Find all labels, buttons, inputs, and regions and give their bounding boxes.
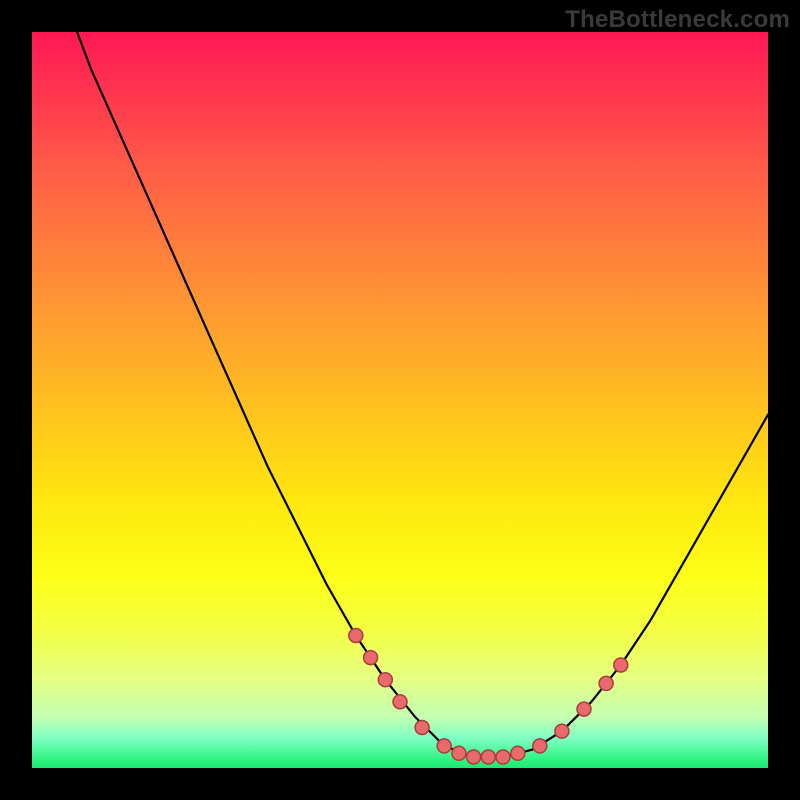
data-dot xyxy=(393,695,407,709)
dots-group xyxy=(349,629,628,765)
data-dot xyxy=(555,724,569,738)
data-dot xyxy=(599,676,613,690)
data-dot xyxy=(415,721,429,735)
chart-svg xyxy=(32,32,768,768)
data-dot xyxy=(437,739,451,753)
data-dot xyxy=(496,750,510,764)
data-dot xyxy=(467,750,481,764)
data-dot xyxy=(577,702,591,716)
data-dot xyxy=(614,658,628,672)
data-dot xyxy=(378,673,392,687)
data-dot xyxy=(452,746,466,760)
data-dot xyxy=(533,739,547,753)
data-dot xyxy=(511,746,525,760)
bottleneck-curve xyxy=(69,10,768,757)
data-dot xyxy=(364,651,378,665)
data-dot xyxy=(349,629,363,643)
watermark-text: TheBottleneck.com xyxy=(565,6,790,34)
data-dot xyxy=(481,750,495,764)
